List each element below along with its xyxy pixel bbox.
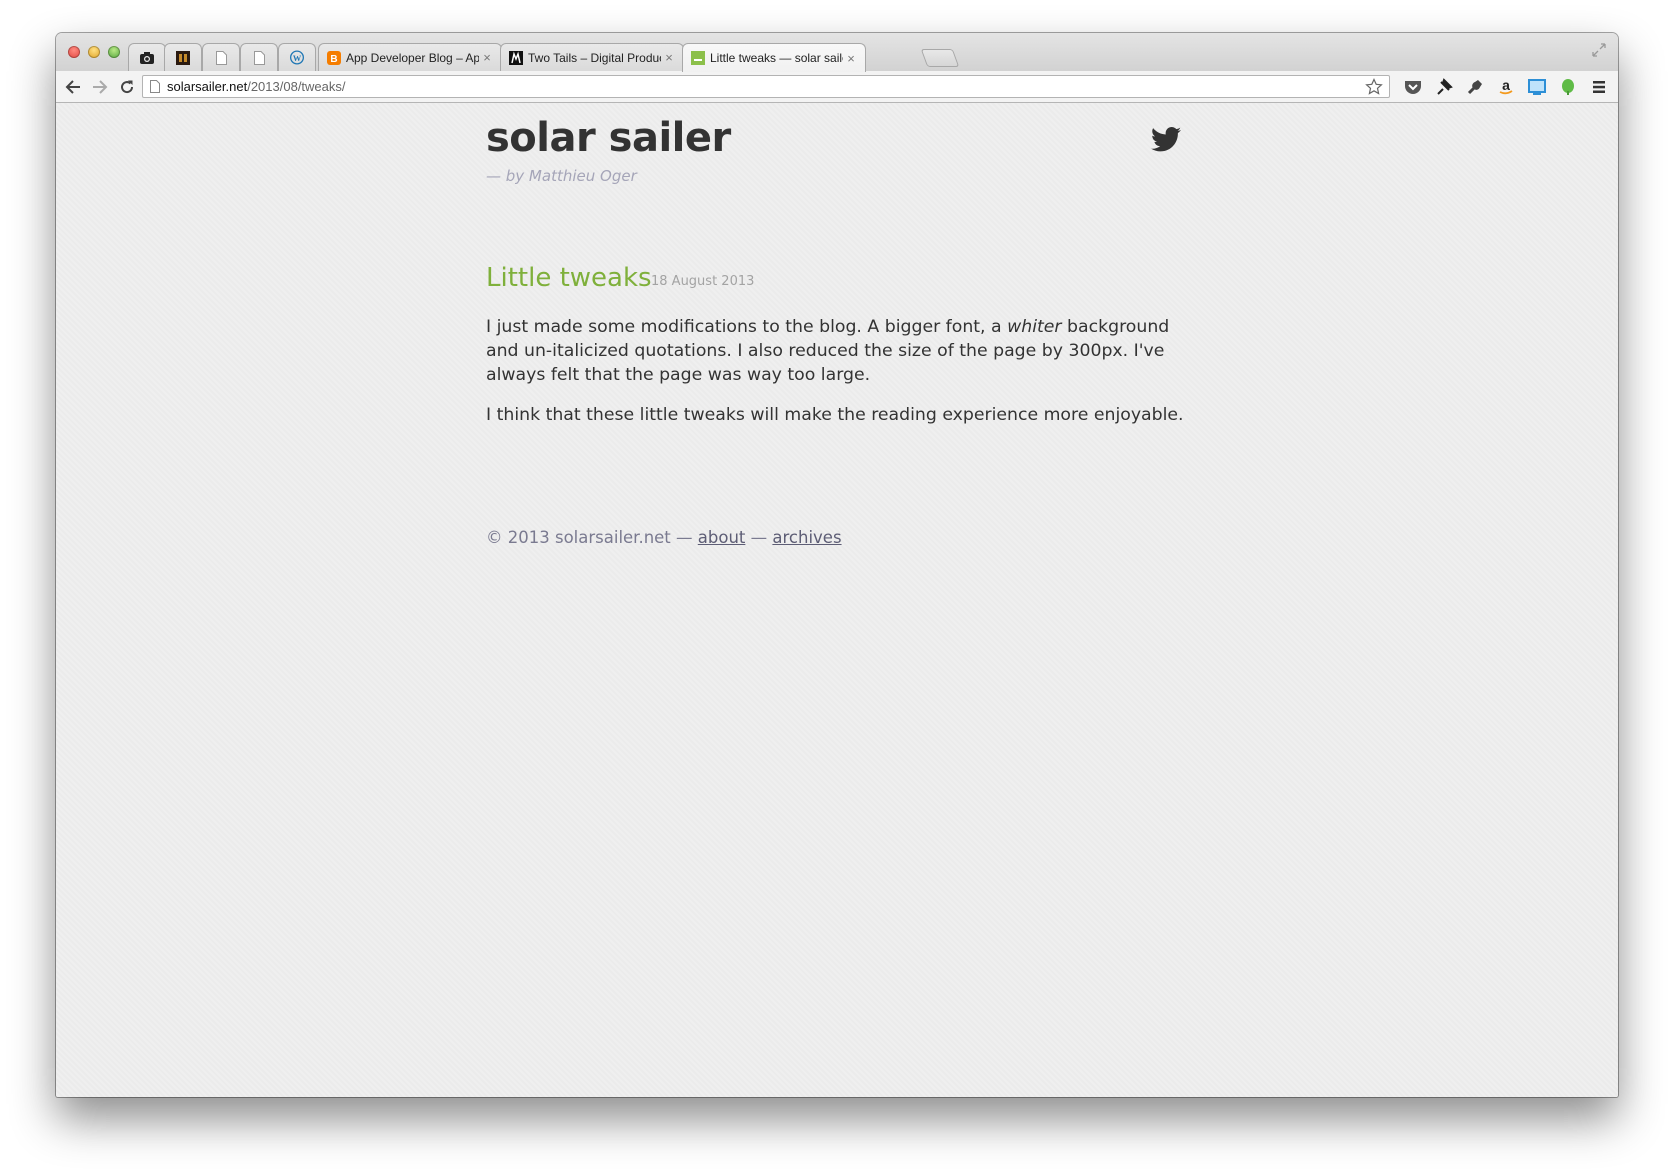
twitter-icon[interactable]	[1151, 127, 1181, 156]
dark-app-icon	[176, 50, 190, 65]
tab-pinned-wordpress[interactable]: W	[278, 43, 316, 71]
text-segment: I just made some modifications to the bl…	[486, 317, 1008, 337]
bookmark-star-icon[interactable]	[1365, 77, 1383, 96]
blank-page-icon	[252, 50, 266, 65]
window-minimize-button[interactable]	[88, 46, 100, 58]
wordpress-icon: W	[290, 50, 304, 65]
page-footer: © 2013 solarsailer.net — about — archive…	[486, 528, 842, 547]
post-paragraph-1: I just made some modifications to the bl…	[486, 315, 1186, 387]
browser-toolbar: solarsailer.net/2013/08/tweaks/ a	[56, 71, 1618, 103]
tab-title: Two Tails – Digital Produc	[528, 50, 661, 65]
emphasis: whiter	[1007, 317, 1062, 337]
address-bar[interactable]: solarsailer.net/2013/08/tweaks/	[142, 75, 1390, 98]
twotails-icon	[509, 50, 523, 65]
evernote-icon[interactable]	[1558, 77, 1578, 97]
url-host: solarsailer.net	[167, 79, 248, 94]
copyright-text: © 2013 solarsailer.net —	[486, 528, 693, 547]
site-byline: — by Matthieu Oger	[486, 167, 637, 185]
new-tab-button[interactable]	[920, 49, 960, 67]
tab-pinned-app[interactable]	[164, 43, 202, 71]
tab-title: Little tweaks — solar sailer	[710, 51, 843, 65]
svg-text:B: B	[330, 54, 337, 65]
blogger-icon: B	[327, 50, 341, 65]
archives-link[interactable]: archives	[772, 528, 841, 547]
tab-title: App Developer Blog – App	[346, 50, 479, 65]
post-title[interactable]: Little tweaks	[486, 263, 652, 293]
url-path: /2013/08/tweaks/	[247, 79, 346, 94]
solarsailer-icon	[691, 51, 705, 65]
reload-button[interactable]	[116, 76, 138, 98]
tab-app-developer-blog[interactable]: B App Developer Blog – App ×	[318, 43, 502, 71]
tab-close-icon[interactable]: ×	[479, 50, 495, 65]
post-date: 18 August 2013	[651, 274, 755, 289]
pin-icon[interactable]	[1434, 77, 1454, 97]
menu-icon[interactable]	[1589, 77, 1609, 97]
page-icon	[150, 80, 160, 93]
svg-text:a: a	[1502, 78, 1510, 93]
tab-little-tweaks-active[interactable]: Little tweaks — solar sailer ×	[682, 43, 866, 72]
fullscreen-icon[interactable]	[1592, 43, 1606, 60]
svg-text:W: W	[293, 54, 302, 63]
footer-separator: —	[750, 528, 768, 547]
amazon-icon[interactable]: a	[1496, 77, 1516, 97]
post-paragraph-2: I think that these little tweaks will ma…	[486, 405, 1184, 425]
browser-window: W B App Developer Blog – App × Two Tails…	[56, 33, 1618, 1097]
page-viewport: solar sailer — by Matthieu Oger Little t…	[56, 103, 1618, 1097]
wrench-icon[interactable]	[1465, 77, 1485, 97]
tab-pinned-blank-2[interactable]	[240, 43, 278, 71]
tab-pinned-blank-1[interactable]	[202, 43, 240, 71]
tab-close-icon[interactable]: ×	[843, 51, 859, 66]
tab-strip: W B App Developer Blog – App × Two Tails…	[56, 33, 1618, 72]
forward-button[interactable]	[89, 76, 111, 98]
site-title[interactable]: solar sailer	[486, 115, 731, 161]
post-body: I just made some modifications to the bl…	[486, 315, 1186, 443]
back-button[interactable]	[62, 76, 84, 98]
about-link[interactable]: about	[698, 528, 746, 547]
pocket-icon[interactable]	[1403, 77, 1423, 97]
tab-two-tails[interactable]: Two Tails – Digital Produc ×	[500, 43, 684, 71]
blank-page-icon	[214, 50, 228, 65]
window-maximize-button[interactable]	[108, 46, 120, 58]
camera-icon	[140, 51, 154, 65]
screenshot-icon[interactable]	[1527, 77, 1547, 97]
tab-pinned-camera[interactable]	[128, 43, 166, 71]
tab-close-icon[interactable]: ×	[661, 50, 677, 65]
window-close-button[interactable]	[68, 46, 80, 58]
